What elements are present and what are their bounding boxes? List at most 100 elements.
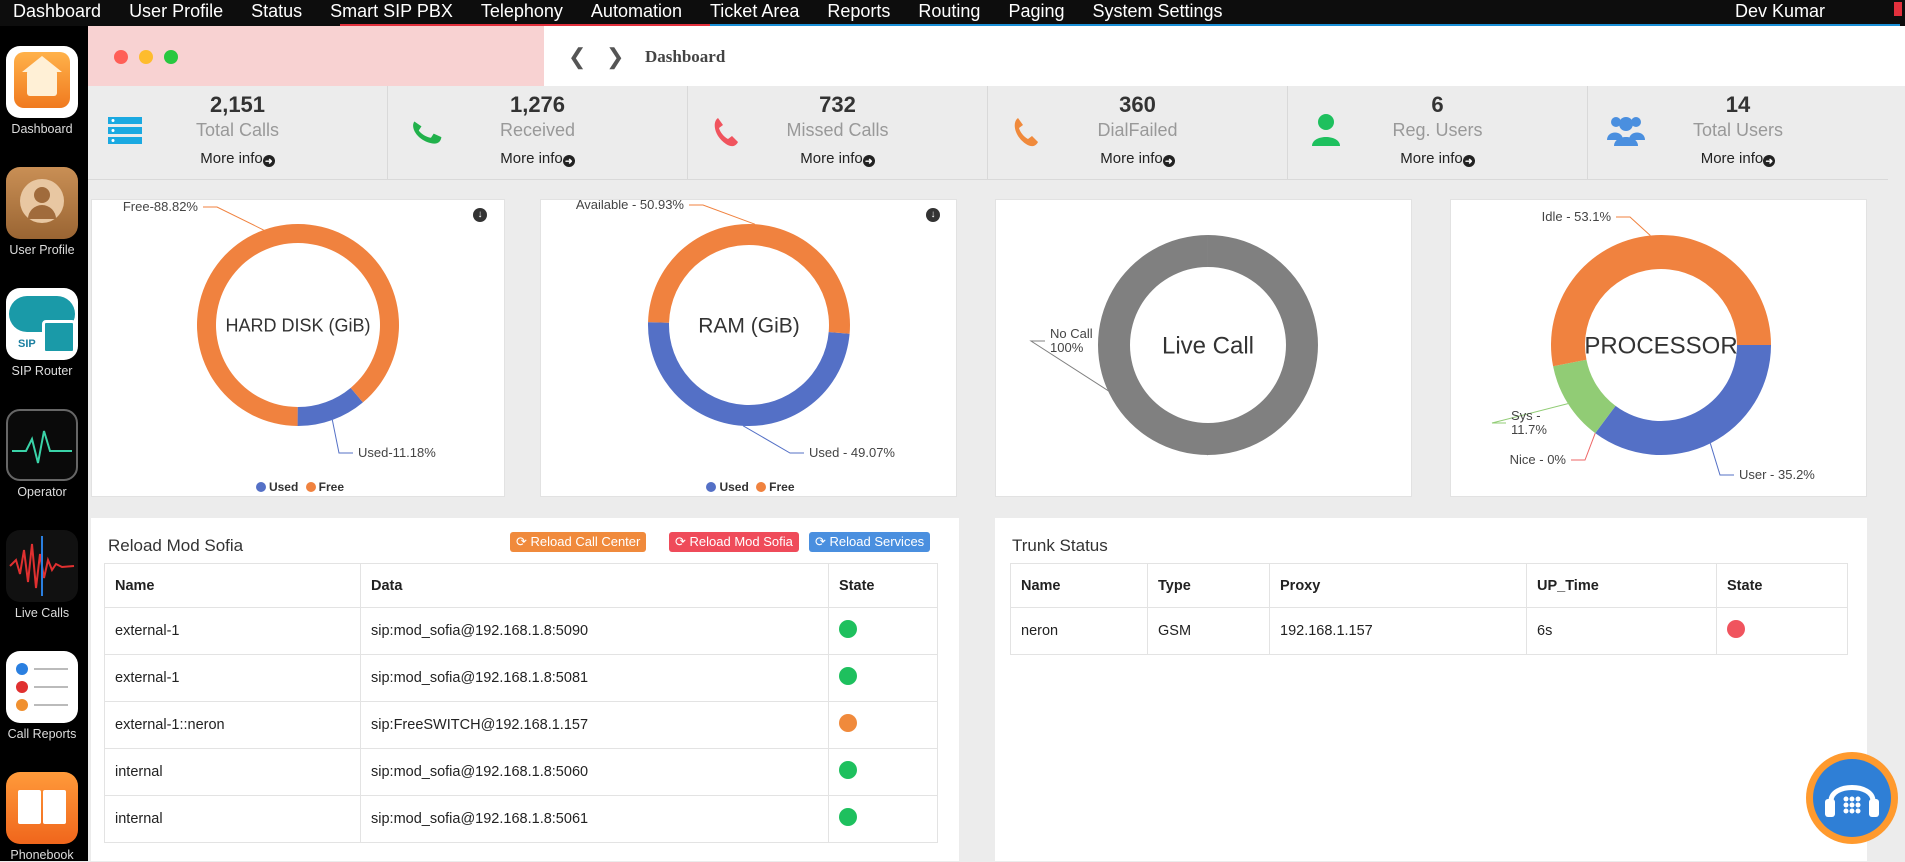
live-calls-icon xyxy=(6,530,78,602)
table-row: internal sip:mod_sofia@192.168.1.8:5061 xyxy=(104,795,938,843)
menu-routing[interactable]: Routing xyxy=(905,0,995,26)
cell-data: sip:mod_sofia@192.168.1.8:5090 xyxy=(360,607,829,655)
chart-center-title: HARD DISK (GiB) xyxy=(225,315,370,335)
status-dot xyxy=(1727,620,1745,638)
download-icon[interactable]: ↓ xyxy=(473,208,487,222)
dock-item-phonebook[interactable]: Phonebook xyxy=(0,772,84,862)
cell-proxy: 192.168.1.157 xyxy=(1269,607,1527,655)
legend-item-free[interactable]: Free xyxy=(302,480,344,494)
status-dot xyxy=(839,620,857,638)
more-info-link[interactable]: More info ➜ xyxy=(988,150,1287,167)
processor-donut-chart: User - 35.2% Nice - 0% Sys -11.7% Idle - 53… xyxy=(1491,209,1815,482)
dock-item-operator[interactable]: Operator xyxy=(0,409,84,499)
more-info-label: More info xyxy=(800,150,863,167)
dock-label: SIP Router xyxy=(11,364,73,378)
dock-label: Operator xyxy=(17,485,67,499)
cell-uptime: 6s xyxy=(1526,607,1717,655)
hard-disk-donut-chart: Used-11.18% Free-88.82% HARD DISK (GiB) xyxy=(123,200,436,460)
column-header: Data xyxy=(360,563,829,608)
dock-label: User Profile xyxy=(9,243,75,257)
legend-item-used[interactable]: Used xyxy=(702,480,749,494)
status-dot xyxy=(839,714,857,732)
stat-label: Missed Calls xyxy=(786,120,889,140)
more-info-link[interactable]: More info ➜ xyxy=(688,150,987,167)
support-headset-button[interactable] xyxy=(1806,752,1898,844)
operator-icon xyxy=(6,409,78,481)
legend-label: Free xyxy=(769,480,795,494)
donut-slice-used[interactable] xyxy=(297,387,363,426)
legend-item-used[interactable]: Used xyxy=(252,480,298,494)
column-header: Name xyxy=(1010,563,1148,608)
menu-user-profile[interactable]: User Profile xyxy=(116,0,238,26)
cell-state xyxy=(828,748,938,796)
cell-state xyxy=(828,607,938,655)
more-info-link[interactable]: More info ➜ xyxy=(388,150,687,167)
arrow-circle-icon: ➜ xyxy=(562,155,575,167)
top-menu-bar: Dashboard User Profile Status Smart SIP … xyxy=(0,0,1905,26)
more-info-link[interactable]: More info ➜ xyxy=(88,150,387,167)
trunk-table: Name Type Proxy UP_Time State neron GSM … xyxy=(1010,563,1848,655)
button-label: Reload Call Center xyxy=(530,534,641,549)
slice-label: Free-88.82% xyxy=(123,200,199,214)
menu-ticket-area[interactable]: Ticket Area xyxy=(697,0,814,26)
legend-item-free[interactable]: Free xyxy=(752,480,795,494)
menu-paging[interactable]: Paging xyxy=(995,0,1079,26)
maximize-window-button[interactable] xyxy=(164,50,178,64)
back-arrow-icon[interactable]: ❮ xyxy=(568,44,586,70)
slice-label-leader xyxy=(1616,216,1651,236)
dock-item-sip-router[interactable]: SIP SIP Router xyxy=(0,288,84,378)
column-header: Name xyxy=(104,563,361,608)
status-dot xyxy=(839,761,857,779)
dock-item-call-reports[interactable]: Call Reports xyxy=(0,651,84,741)
current-user[interactable]: Dev Kumar xyxy=(1735,0,1825,22)
reload-services-button[interactable]: ⟳ Reload Services xyxy=(809,532,931,552)
dock-label: Live Calls xyxy=(14,606,70,620)
more-info-label: More info xyxy=(500,150,563,167)
donut-slice-used[interactable] xyxy=(648,322,850,427)
stat-value: 360 xyxy=(1119,92,1156,117)
arrow-circle-icon: ➜ xyxy=(262,155,275,167)
cell-data: sip:FreeSWITCH@192.168.1.157 xyxy=(360,701,829,749)
dock-item-user-profile[interactable]: User Profile xyxy=(0,167,84,257)
stat-label: Total Users xyxy=(1692,120,1783,140)
titlebar-highlight xyxy=(88,26,544,86)
reload-call-center-button[interactable]: ⟳ Reload Call Center xyxy=(510,532,647,552)
table-row: external-1::neron sip:FreeSWITCH@192.168… xyxy=(104,701,938,749)
menu-status[interactable]: Status xyxy=(238,0,317,26)
menu-smart-sip-pbx[interactable]: Smart SIP PBX xyxy=(317,0,468,26)
minimize-window-button[interactable] xyxy=(139,50,153,64)
stat-label: Received xyxy=(499,120,576,140)
menu-reports[interactable]: Reports xyxy=(814,0,905,26)
dock-label: Call Reports xyxy=(7,727,77,741)
table-row: external-1 sip:mod_sofia@192.168.1.8:509… xyxy=(104,607,938,655)
more-info-label: More info xyxy=(1700,150,1764,167)
slice-label-leader xyxy=(742,425,804,454)
forward-arrow-icon[interactable]: ❯ xyxy=(606,44,624,70)
donut-slice-user[interactable] xyxy=(1595,345,1771,455)
status-dot xyxy=(839,808,857,826)
menu-system-settings[interactable]: System Settings xyxy=(1080,0,1238,26)
cell-name: neron xyxy=(1010,607,1148,655)
stats-row: 2,151 Total Calls More info ➜ 1,276 Recei… xyxy=(88,86,1888,180)
reload-mod-sofia-button[interactable]: ⟳ Reload Mod Sofia xyxy=(669,532,799,552)
menu-dashboard[interactable]: Dashboard xyxy=(0,0,116,26)
download-icon[interactable]: ↓ xyxy=(926,208,940,222)
more-info-link[interactable]: More info ➜ xyxy=(1588,150,1888,167)
arrow-circle-icon: ➜ xyxy=(1162,155,1175,167)
column-header: UP_Time xyxy=(1526,563,1717,608)
menu-telephony[interactable]: Telephony xyxy=(468,0,578,26)
slice-label-leader xyxy=(1571,432,1596,461)
dock-item-live-calls[interactable]: Live Calls xyxy=(0,530,84,620)
menu-automation[interactable]: Automation xyxy=(578,0,697,26)
more-info-label: More info xyxy=(1400,150,1463,167)
arrow-circle-icon: ➜ xyxy=(1763,155,1776,167)
cell-name: external-1 xyxy=(104,654,361,702)
dock-item-dashboard[interactable]: Dashboard xyxy=(0,46,84,136)
legend-label: Used xyxy=(719,480,749,494)
stat-missed-calls: 732 Missed Calls More info ➜ xyxy=(688,86,988,180)
close-window-button[interactable] xyxy=(114,50,128,64)
more-info-link[interactable]: More info ➜ xyxy=(1288,150,1587,167)
sip-router-icon: SIP xyxy=(6,288,78,360)
sip-badge: SIP xyxy=(18,338,36,350)
sofia-table: Name Data State external-1 sip:mod_sofia… xyxy=(104,563,938,843)
